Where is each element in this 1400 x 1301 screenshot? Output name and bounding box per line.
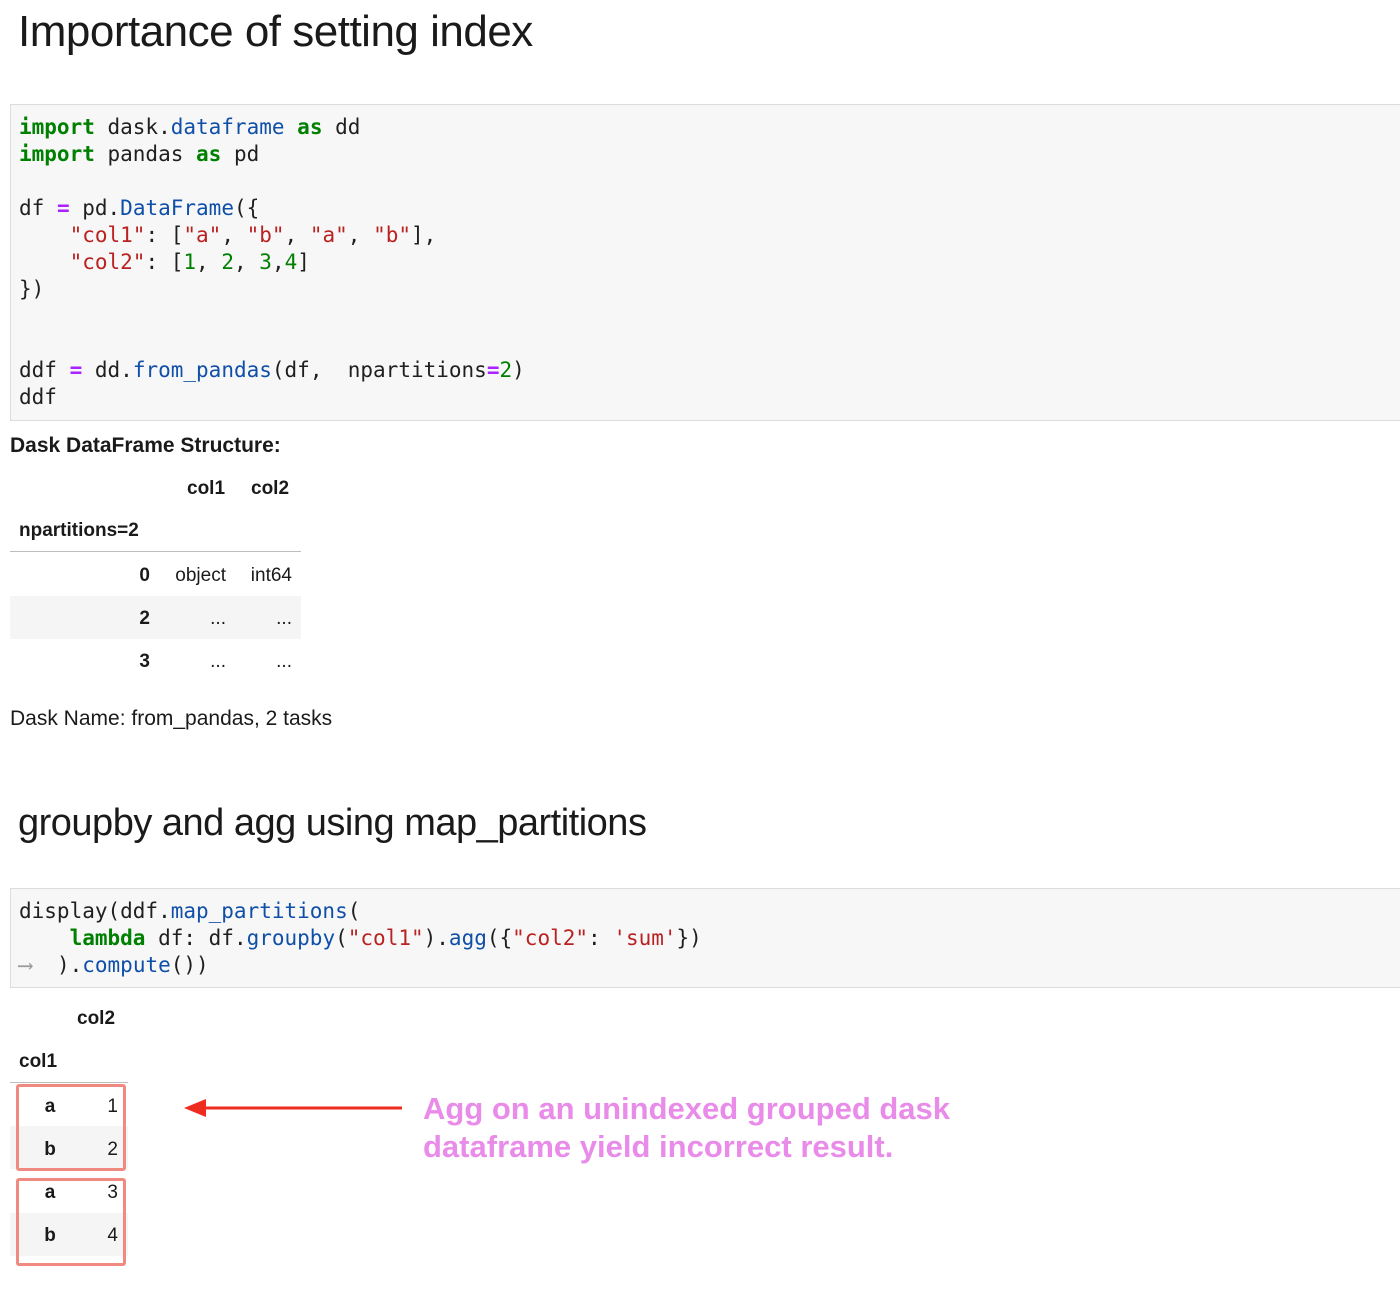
row-index: 0 xyxy=(139,565,150,586)
section-heading-groupby-agg: groupby and agg using map_partitions xyxy=(18,802,647,844)
column-header-col2: col2 xyxy=(77,1008,116,1029)
partition-1-highlight-box xyxy=(16,1084,126,1171)
code-cell-2[interactable]: display(ddf.map_partitions( lambda df: d… xyxy=(10,888,1400,988)
dask-structure-title: Dask DataFrame Structure: xyxy=(10,434,281,457)
header-divider xyxy=(10,1082,128,1083)
cell-col1: object xyxy=(175,565,226,586)
section-heading-importance-of-setting-index: Importance of setting index xyxy=(18,7,533,56)
code-line-5: "col2": [1, 2, 3,4] xyxy=(69,250,310,274)
column-header-col1: col1 xyxy=(187,478,226,499)
tab-arrow-icon: ⟶ xyxy=(19,953,32,977)
code-line-8: ddf xyxy=(19,385,57,409)
code-line-2: import pandas as pd xyxy=(19,142,260,166)
index-name-header: npartitions=2 xyxy=(19,520,139,541)
code-cell-1[interactable]: import dask.dataframe as dd import panda… xyxy=(10,104,1400,421)
annotation-arrow xyxy=(184,1099,402,1117)
code-line-4: "col1": ["a", "b", "a", "b"], xyxy=(69,223,437,247)
cell-col1: ... xyxy=(210,608,226,629)
code-line-2: lambda df: df.groupby("col1").agg({"col2… xyxy=(69,926,702,950)
annotation-text: Agg on an unindexed grouped dask datafra… xyxy=(423,1090,1023,1166)
cell-col2: int64 xyxy=(250,565,292,586)
code-line-3: df = pd.DataFrame({ xyxy=(19,196,260,220)
column-header-col2: col2 xyxy=(251,478,290,499)
row-index: 3 xyxy=(139,651,150,672)
annotation-line-2: dataframe yield incorrect result. xyxy=(423,1129,894,1164)
code-line-6: }) xyxy=(19,277,45,301)
row-index: 2 xyxy=(139,608,150,629)
dask-name-text: Dask Name: from_pandas, 2 tasks xyxy=(10,707,333,730)
code-line-7: ddf = dd.from_pandas(df, npartitions=2) xyxy=(19,358,525,382)
partition-2-highlight-box xyxy=(16,1178,126,1266)
code-line-1: display(ddf.map_partitions( xyxy=(19,899,361,923)
cell-col2: ... xyxy=(276,608,292,629)
cell-col1: ... xyxy=(210,651,226,672)
annotation-line-1: Agg on an unindexed grouped dask xyxy=(423,1091,951,1126)
code-line-1: import dask.dataframe as dd xyxy=(19,115,361,139)
code-line-3: ⟶ ).compute()) xyxy=(19,953,209,977)
header-divider xyxy=(10,551,301,552)
cell-col2: ... xyxy=(276,651,292,672)
index-name-header: col1 xyxy=(19,1051,58,1072)
